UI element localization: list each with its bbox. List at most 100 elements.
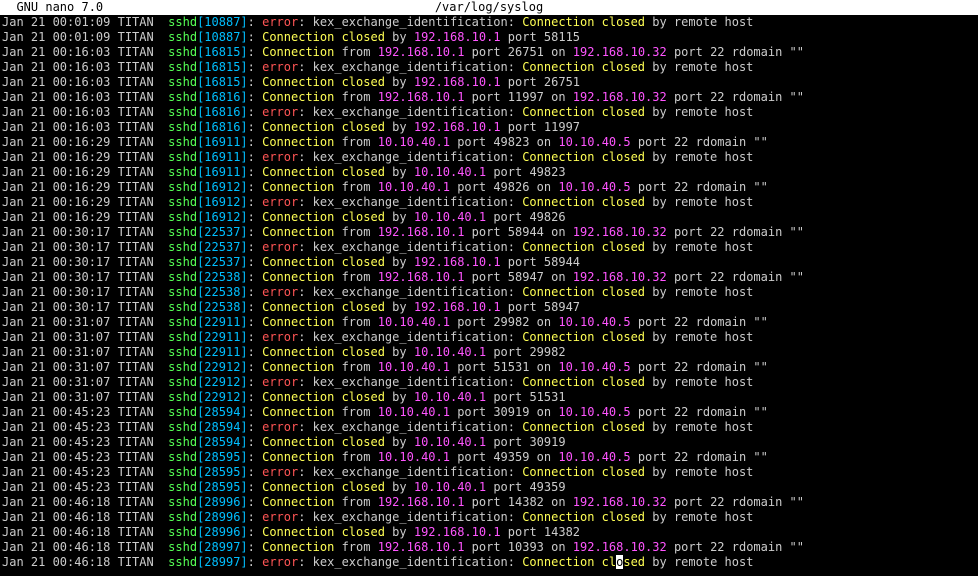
log-ip: 192.168.10.32 xyxy=(573,270,667,284)
log-line: Jan 21 00:30:17 TITAN sshd[22537]: Conne… xyxy=(2,225,978,240)
editor-filepath: /var/log/syslog xyxy=(0,0,978,15)
log-level-error: error xyxy=(262,195,298,209)
process-pid: [16911] xyxy=(197,135,248,149)
log-level-error: error xyxy=(262,555,298,569)
process-pid: [10887] xyxy=(197,30,248,44)
process-pid: [22912] xyxy=(197,390,248,404)
log-event: Connection closed xyxy=(522,105,645,119)
log-line: Jan 21 00:45:23 TITAN sshd[28595]: Conne… xyxy=(2,480,978,495)
log-ip: 192.168.10.32 xyxy=(573,90,667,104)
process-name: sshd xyxy=(168,495,197,509)
log-line: Jan 21 00:16:03 TITAN sshd[16816]: error… xyxy=(2,105,978,120)
log-timestamp: Jan 21 00:31:07 TITAN xyxy=(2,360,168,374)
process-name: sshd xyxy=(168,285,197,299)
log-timestamp: Jan 21 00:46:18 TITAN xyxy=(2,525,168,539)
process-pid: [28594] xyxy=(197,405,248,419)
process-name: sshd xyxy=(168,165,197,179)
log-ip: 192.168.10.1 xyxy=(378,495,465,509)
log-viewport[interactable]: Jan 21 00:01:09 TITAN sshd[10887]: error… xyxy=(0,15,978,570)
log-line: Jan 21 00:31:07 TITAN sshd[22911]: Conne… xyxy=(2,315,978,330)
log-line: Jan 21 00:46:18 TITAN sshd[28996]: error… xyxy=(2,510,978,525)
process-name: sshd xyxy=(168,525,197,539)
log-line: Jan 21 00:45:23 TITAN sshd[28595]: Conne… xyxy=(2,450,978,465)
log-line: Jan 21 00:46:18 TITAN sshd[28996]: Conne… xyxy=(2,525,978,540)
log-event: Connection closed xyxy=(262,120,385,134)
log-timestamp: Jan 21 00:16:29 TITAN xyxy=(2,150,168,164)
log-ip: 192.168.10.32 xyxy=(573,225,667,239)
process-name: sshd xyxy=(168,45,197,59)
log-timestamp: Jan 21 00:16:03 TITAN xyxy=(2,90,168,104)
process-name: sshd xyxy=(168,450,197,464)
log-ip: 192.168.10.1 xyxy=(378,45,465,59)
process-pid: [16815] xyxy=(197,75,248,89)
log-event: Connection xyxy=(262,135,334,149)
process-name: sshd xyxy=(168,195,197,209)
log-ip: 10.10.40.1 xyxy=(378,135,450,149)
log-timestamp: Jan 21 00:16:29 TITAN xyxy=(2,165,168,179)
log-line: Jan 21 00:30:17 TITAN sshd[22538]: Conne… xyxy=(2,300,978,315)
log-line: Jan 21 00:16:29 TITAN sshd[16911]: Conne… xyxy=(2,135,978,150)
log-timestamp: Jan 21 00:31:07 TITAN xyxy=(2,330,168,344)
log-event: Connection closed xyxy=(262,75,385,89)
log-line: Jan 21 00:30:17 TITAN sshd[22537]: Conne… xyxy=(2,255,978,270)
log-event: Connection closed xyxy=(262,210,385,224)
log-level-error: error xyxy=(262,420,298,434)
log-ip: 10.10.40.1 xyxy=(378,180,450,194)
log-level-error: error xyxy=(262,465,298,479)
process-name: sshd xyxy=(168,345,197,359)
log-event: Connection xyxy=(262,495,334,509)
process-name: sshd xyxy=(168,375,197,389)
process-name: sshd xyxy=(168,30,197,44)
log-line: Jan 21 00:16:03 TITAN sshd[16815]: Conne… xyxy=(2,45,978,60)
log-ip: 192.168.10.1 xyxy=(414,300,501,314)
log-ip: 10.10.40.5 xyxy=(558,315,630,329)
process-pid: [28595] xyxy=(197,465,248,479)
log-timestamp: Jan 21 00:31:07 TITAN xyxy=(2,345,168,359)
log-level-error: error xyxy=(262,240,298,254)
log-timestamp: Jan 21 00:30:17 TITAN xyxy=(2,225,168,239)
log-ip: 10.10.40.5 xyxy=(558,360,630,374)
process-pid: [16912] xyxy=(197,180,248,194)
log-timestamp: Jan 21 00:16:03 TITAN xyxy=(2,120,168,134)
process-name: sshd xyxy=(168,555,197,569)
process-name: sshd xyxy=(168,465,197,479)
process-name: sshd xyxy=(168,420,197,434)
log-ip: 10.10.40.1 xyxy=(414,165,486,179)
process-name: sshd xyxy=(168,105,197,119)
log-line: Jan 21 00:16:29 TITAN sshd[16911]: Conne… xyxy=(2,165,978,180)
process-name: sshd xyxy=(168,480,197,494)
process-pid: [16815] xyxy=(197,45,248,59)
process-pid: [28594] xyxy=(197,435,248,449)
process-pid: [28594] xyxy=(197,420,248,434)
process-pid: [28996] xyxy=(197,510,248,524)
process-pid: [16816] xyxy=(197,90,248,104)
process-name: sshd xyxy=(168,240,197,254)
log-timestamp: Jan 21 00:46:18 TITAN xyxy=(2,495,168,509)
log-event: Connection xyxy=(262,270,334,284)
log-ip: 10.10.40.5 xyxy=(558,405,630,419)
log-event: Connection xyxy=(262,45,334,59)
log-ip: 10.10.40.1 xyxy=(378,315,450,329)
log-ip: 192.168.10.1 xyxy=(414,255,501,269)
log-timestamp: Jan 21 00:46:18 TITAN xyxy=(2,555,168,569)
log-ip: 192.168.10.32 xyxy=(573,540,667,554)
log-event: Connection closed xyxy=(262,390,385,404)
log-line: Jan 21 00:31:07 TITAN sshd[22912]: Conne… xyxy=(2,390,978,405)
process-pid: [22538] xyxy=(197,270,248,284)
process-pid: [16911] xyxy=(197,165,248,179)
log-ip: 192.168.10.32 xyxy=(573,495,667,509)
log-timestamp: Jan 21 00:45:23 TITAN xyxy=(2,480,168,494)
log-timestamp: Jan 21 00:31:07 TITAN xyxy=(2,375,168,389)
log-event: Connection xyxy=(262,90,334,104)
process-pid: [28595] xyxy=(197,480,248,494)
editor-titlebar: GNU nano 7.0 /var/log/syslog xyxy=(0,0,978,15)
log-event: Connection closed xyxy=(262,525,385,539)
log-event: Connection closed xyxy=(522,15,645,29)
process-name: sshd xyxy=(168,15,197,29)
process-pid: [22538] xyxy=(197,300,248,314)
log-timestamp: Jan 21 00:16:29 TITAN xyxy=(2,135,168,149)
log-timestamp: Jan 21 00:45:23 TITAN xyxy=(2,450,168,464)
log-timestamp: Jan 21 00:31:07 TITAN xyxy=(2,315,168,329)
log-event: Connection xyxy=(262,315,334,329)
log-ip: 10.10.40.1 xyxy=(414,435,486,449)
